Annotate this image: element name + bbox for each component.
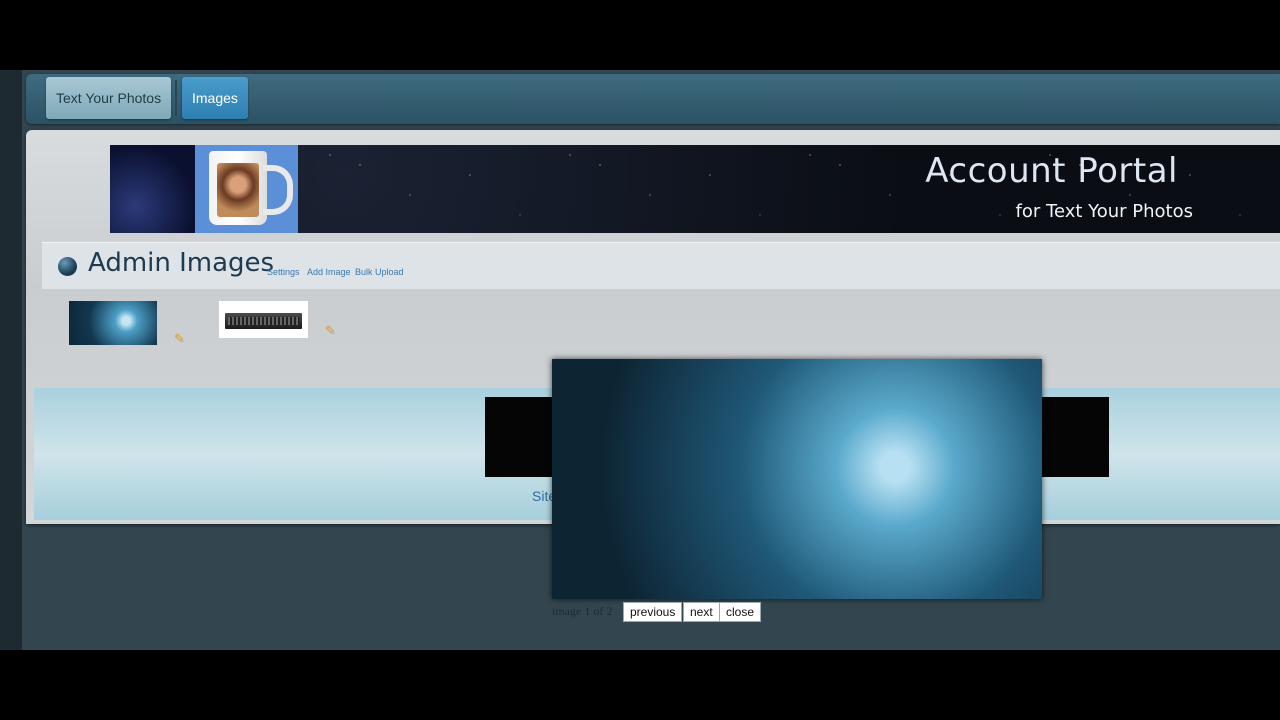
globe-icon [58, 257, 77, 276]
header-banner: Account Portal for Text Your Photos [110, 145, 1280, 233]
nav-separator [175, 80, 177, 116]
banner-subtitle: for Text Your Photos [1015, 201, 1193, 222]
close-button[interactable]: close [719, 602, 762, 622]
page-title: Admin Images [88, 248, 275, 278]
pencil-icon[interactable]: ✎ [174, 331, 185, 347]
letterbox-bottom [0, 650, 1280, 720]
pencil-icon[interactable]: ✎ [325, 323, 336, 339]
letterbox-top [0, 0, 1280, 70]
server-image [225, 313, 302, 329]
nav-text-your-photos-button[interactable]: Text Your Photos [46, 77, 172, 119]
bulk-upload-link[interactable]: Bulk Upload [355, 267, 404, 277]
admin-images-header: Admin Images Settings Add Image Bulk Upl… [42, 242, 1280, 289]
top-navbar: Text Your Photos Images [26, 74, 1280, 124]
next-button[interactable]: next [683, 602, 720, 622]
banner-satellite-image [110, 145, 195, 233]
mug [209, 151, 267, 225]
lightbox-image[interactable] [552, 359, 1042, 599]
nav-images-button[interactable]: Images [182, 77, 248, 119]
banner-title: Account Portal [925, 151, 1178, 191]
mug-photo [217, 163, 259, 217]
settings-link[interactable]: Settings [267, 267, 300, 277]
left-strip [0, 70, 22, 650]
banner-mug-image [195, 145, 298, 233]
add-image-link[interactable]: Add Image [307, 267, 351, 277]
previous-button[interactable]: previous [623, 602, 683, 622]
page: Text Your Photos Images Account Portal f… [0, 70, 1280, 650]
lightbox-counter: image 1 of 2 [552, 604, 613, 618]
image-thumbnail-server[interactable] [219, 301, 308, 338]
mug-handle [263, 165, 293, 215]
image-thumbnail-tech[interactable] [69, 301, 157, 345]
